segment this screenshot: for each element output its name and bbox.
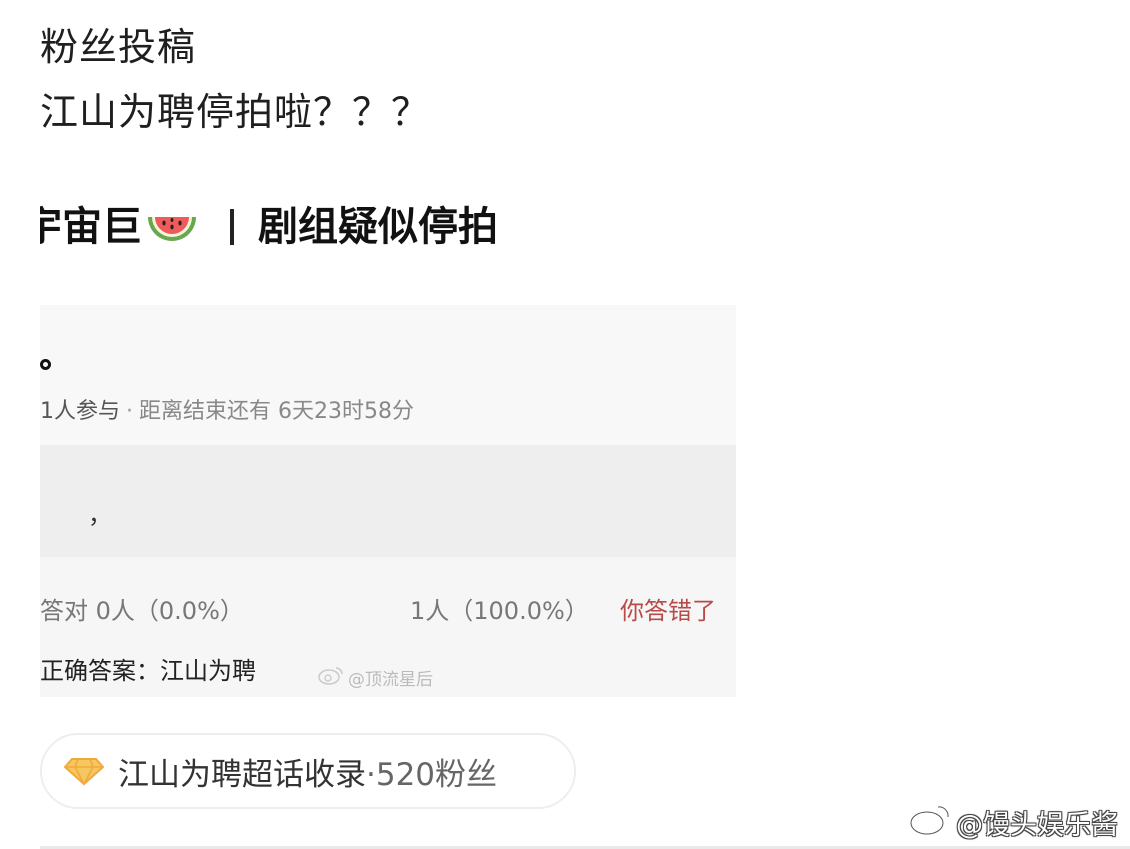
bullet-dot [40,359,51,370]
article-headline: 宇宙巨 剧组疑似停拍 [40,202,560,252]
quiz-option-row[interactable] [40,445,736,557]
topic-dot: · [366,756,376,793]
quiz-option-text: ， [88,501,112,529]
other-stat: 1人（100.0%） [410,597,589,625]
super-topic-text: 江山为聘超话收录·520粉丝 [118,749,497,794]
diamond-icon [63,756,105,786]
super-topic-name: 江山为聘超话收录 [118,756,366,793]
inner-watermark-text: @顶流星后 [348,670,433,690]
post-title-line-1: 粉丝投稿 [40,25,197,69]
headline-prefix: 宇宙巨 [40,204,142,250]
quiz-meta: 1人参与 · 距离结束还有 6天23时58分 [40,393,414,425]
weibo-icon [318,665,344,690]
watermark: @馒头娱乐酱 [908,802,1118,843]
quiz-card: 1人参与 · 距离结束还有 6天23时58分 ， 答对 0人（0.0%） 1人（10… [40,305,736,697]
watermelon-icon [144,207,200,251]
watermark-text: @馒头娱乐酱 [956,810,1118,841]
headline-suffix: 剧组疑似停拍 [258,204,498,250]
correct-stat: 答对 0人（0.0%） [40,597,244,625]
post-title-line-2: 江山为聘停拍啦？？？ [40,90,431,134]
meta-separator: · [126,399,133,424]
countdown-text: 距离结束还有 6天23时58分 [139,399,414,424]
participants-count: 1人参与 [40,399,120,424]
inner-watermark: @顶流星后 [318,665,433,690]
fans-count: 520粉丝 [375,756,498,793]
result-label: 你答错了 [620,597,716,625]
super-topic-link[interactable]: 江山为聘超话收录·520粉丝 [40,733,576,809]
headline-divider [230,209,234,245]
correct-answer: 正确答案：江山为聘 [40,657,256,685]
weibo-icon [908,802,952,843]
